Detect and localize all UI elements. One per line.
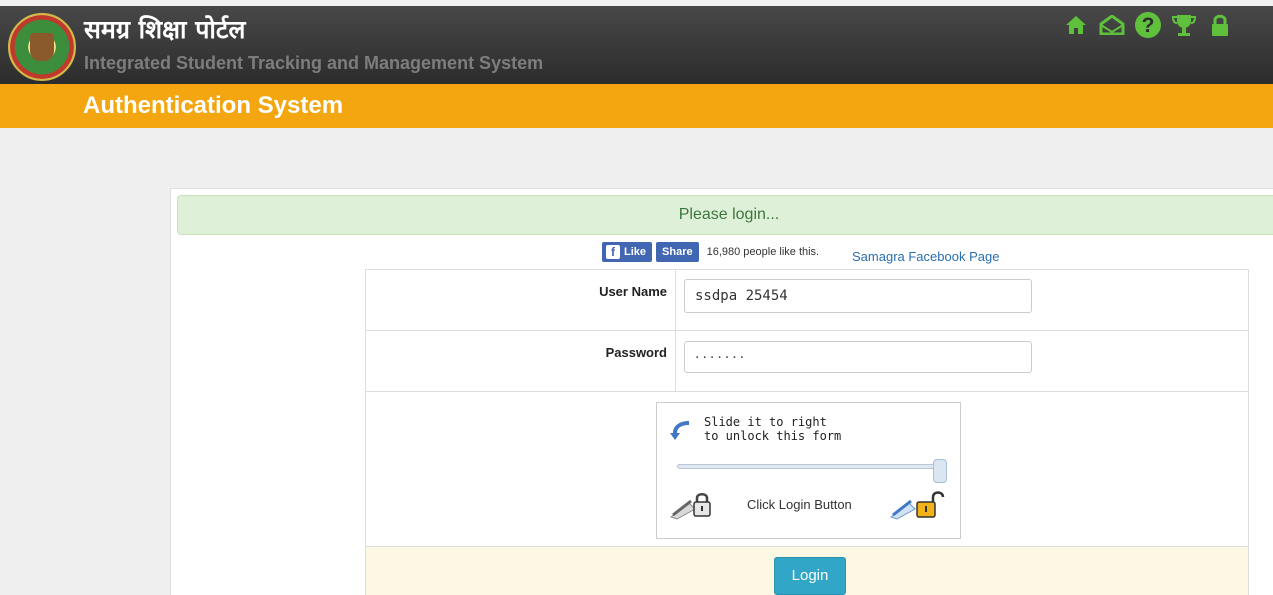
slide-unlock-box: Slide it to right to unlock this form Cl… [656,402,961,539]
locked-form-icon [669,489,713,521]
header-icons: ? [1063,12,1233,38]
lock-icon[interactable] [1207,12,1233,38]
login-form: User Name Password ....... Slide it to r… [365,269,1249,595]
banner-title: Authentication System [83,92,344,119]
curved-arrow-icon [669,417,691,440]
username-input[interactable] [684,279,1032,313]
state-emblem-logo [8,13,76,81]
slider-handle[interactable] [933,459,947,483]
portal-subtitle: Integrated Student Tracking and Manageme… [84,53,544,73]
password-row: Password ....... [366,331,1248,392]
slider-row: Slide it to right to unlock this form Cl… [366,392,1248,547]
login-button-row: Login [366,547,1248,595]
username-row: User Name [366,270,1248,331]
slide-instruction: Slide it to right to unlock this form [704,415,841,443]
trophy-icon[interactable] [1171,12,1197,38]
username-label: User Name [366,270,676,330]
facebook-share-button[interactable]: Share [656,242,699,262]
help-icon[interactable]: ? [1135,12,1161,38]
login-panel: Please login... f Like Share 16,980 peop… [170,188,1273,595]
slide-instruction-line2: to unlock this form [704,429,842,443]
facebook-like-count: 16,980 people like this. [706,246,820,258]
banner-bar: Authentication System [0,84,1273,128]
unlocked-form-icon [885,489,947,521]
facebook-like-label: Like [624,246,647,258]
password-input[interactable]: ....... [684,341,1032,373]
facebook-page-link[interactable]: Samagra Facebook Page [852,249,999,264]
facebook-row: f Like Share 16,980 people like this. [602,242,819,262]
click-login-hint: Click Login Button [747,497,852,512]
slide-instruction-line1: Slide it to right [704,415,827,429]
slider-track[interactable] [677,464,941,469]
facebook-like-button[interactable]: f Like [602,242,653,262]
mail-icon[interactable] [1099,12,1125,38]
facebook-icon: f [606,245,620,259]
home-icon[interactable] [1063,12,1089,38]
password-label: Password [366,331,676,391]
login-button[interactable]: Login [774,557,846,595]
header-top-strip [0,0,1273,6]
portal-title: समग्र शिक्षा पोर्टल [84,15,246,44]
login-alert: Please login... [177,195,1273,235]
header-bar: समग्र शिक्षा पोर्टल Integrated Student T… [0,0,1273,84]
